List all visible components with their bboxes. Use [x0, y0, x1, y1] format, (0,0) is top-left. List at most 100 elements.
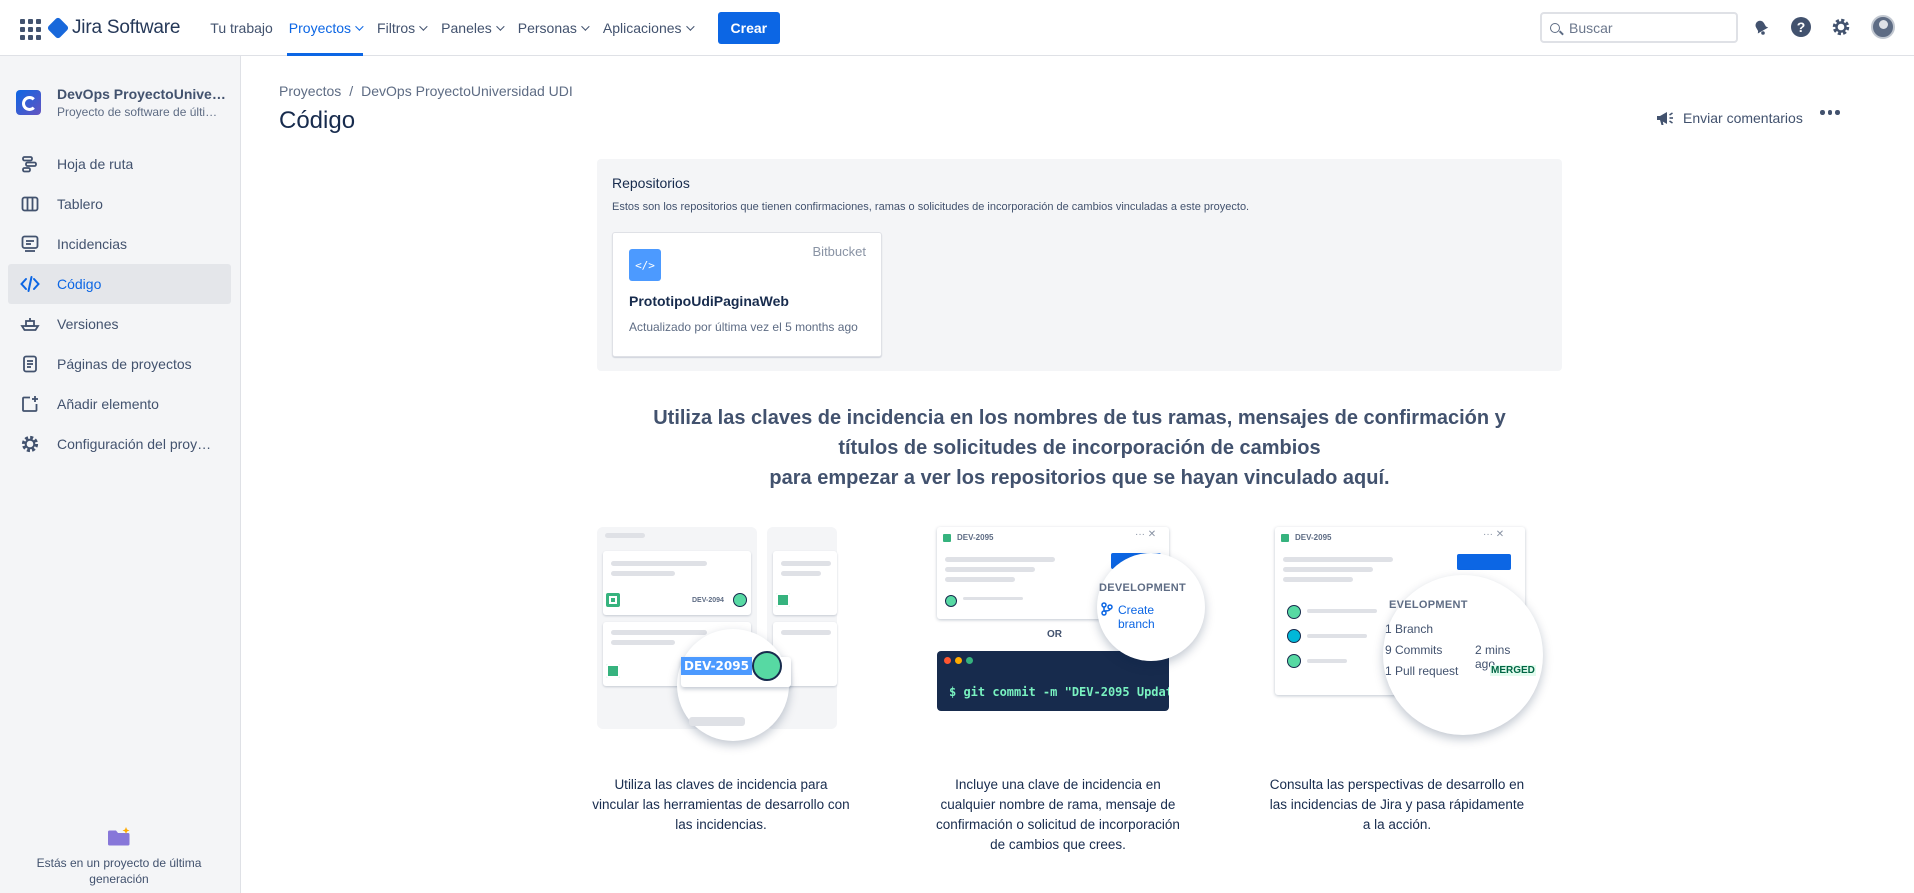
- repositories-description: Estos son los repositorios que tienen co…: [612, 201, 1250, 213]
- chevron-down-icon: [685, 21, 695, 31]
- commits-count: 9 Commits: [1385, 643, 1443, 657]
- jira-logo[interactable]: Jira Software: [46, 16, 181, 39]
- branch-icon: [1101, 602, 1113, 616]
- logo-text: Jira Software: [72, 16, 181, 38]
- repo-updated: Actualizado por última vez el 5 months a…: [629, 320, 858, 334]
- svg-text:?: ?: [1797, 19, 1806, 35]
- sidebar-item-issues[interactable]: Incidencias: [8, 224, 231, 264]
- megaphone-icon: [1657, 112, 1673, 125]
- sidebar-item-label: Añadir elemento: [57, 396, 159, 412]
- illustration-dev-insights: DEV-2095 ··· ✕ EVELOPMENT 1 Branch 9 Com…: [1275, 525, 1543, 745]
- primary-nav: Tu trabajo Proyectos Filtros Paneles Per…: [202, 0, 699, 56]
- feature-text-dev-insights: Consulta las perspectivas de desarrollo …: [1269, 777, 1525, 832]
- create-button[interactable]: Crear: [717, 11, 781, 44]
- project-header[interactable]: DevOps ProyectoUniversidad UDI Proyecto …: [16, 86, 227, 119]
- nav-label: Personas: [517, 19, 577, 36]
- project-avatar-icon: [16, 90, 41, 115]
- sidebar-item-label: Configuración del proyecto: [57, 436, 217, 452]
- project-sidebar: DevOps ProyectoUniversidad UDI Proyecto …: [0, 56, 241, 893]
- board-icon: [20, 194, 40, 214]
- nav-label: Tu trabajo: [210, 19, 273, 36]
- folder-sparkle-icon: [108, 827, 130, 846]
- issue-key-small: DEV-2094: [692, 597, 724, 604]
- sidebar-item-add-item[interactable]: Añadir elemento: [8, 384, 231, 424]
- sidebar-item-project-pages[interactable]: Páginas de proyectos: [8, 344, 231, 384]
- sidebar-item-project-settings[interactable]: Configuración del proyecto: [8, 424, 231, 464]
- repositories-title: Repositorios: [612, 175, 690, 191]
- illus-issue-key: DEV-2095: [957, 533, 994, 542]
- roadmap-icon: [20, 154, 40, 174]
- nav-filtros[interactable]: Filtros: [369, 0, 433, 56]
- development-label: EVELOPMENT: [1389, 599, 1468, 611]
- chevron-down-icon: [495, 21, 505, 31]
- sidebar-item-code[interactable]: Código: [8, 264, 231, 304]
- chevron-down-icon: [419, 21, 428, 31]
- issues-icon: [20, 234, 40, 254]
- repository-card[interactable]: </> Bitbucket PrototipoUdiPaginaWeb Actu…: [612, 232, 882, 357]
- code-repo-icon: </>: [629, 249, 661, 281]
- nav-aplicaciones[interactable]: Aplicaciones: [595, 0, 700, 56]
- sidebar-footer: Estás en un proyecto de última generació…: [20, 827, 218, 887]
- top-navigation: Jira Software Tu trabajo Proyectos Filtr…: [0, 0, 1914, 56]
- empty-state-headline: Utiliza las claves de incidencia en los …: [597, 403, 1562, 493]
- more-actions-icon[interactable]: [1820, 110, 1840, 115]
- footer-text: Estás en un proyecto de última generació…: [36, 856, 202, 886]
- repo-provider: Bitbucket: [812, 244, 866, 259]
- settings-gear-icon[interactable]: [1830, 16, 1852, 38]
- branch-count: 1 Branch: [1385, 622, 1434, 636]
- search-icon: [1550, 22, 1560, 33]
- page-title: Código: [279, 107, 356, 134]
- nav-proyectos[interactable]: Proyectos: [281, 0, 369, 56]
- sidebar-item-versions[interactable]: Versiones: [8, 304, 231, 344]
- illustration-issue-keys: DEV-2094 DEV-2095: [597, 525, 851, 745]
- search-input[interactable]: [1569, 19, 1719, 36]
- user-avatar[interactable]: [1871, 15, 1895, 39]
- repositories-panel: Repositorios Estos son los repositorios …: [597, 159, 1562, 371]
- search-box[interactable]: [1540, 12, 1738, 43]
- sidebar-item-roadmap[interactable]: Hoja de ruta: [8, 144, 231, 184]
- nav-label: Filtros: [377, 19, 416, 36]
- project-type: Proyecto de software de última generació…: [57, 105, 227, 119]
- code-icon: [20, 274, 40, 294]
- nav-paneles[interactable]: Paneles: [433, 0, 510, 56]
- breadcrumb-projects[interactable]: Proyectos: [279, 83, 341, 99]
- create-branch-link: Create branch: [1118, 603, 1155, 631]
- page-icon: [20, 354, 40, 374]
- feedback-button[interactable]: Enviar comentarios: [1655, 109, 1803, 127]
- project-name: DevOps ProyectoUniversidad UDI: [57, 86, 227, 102]
- sidebar-item-label: Páginas de proyectos: [57, 356, 192, 372]
- chevron-down-icon: [581, 21, 590, 31]
- git-command: $ git commit -m "DEV-2095 Updat: [949, 685, 1169, 699]
- feature-text-link-tools: Utiliza las claves de incidencia para vi…: [592, 777, 850, 832]
- breadcrumb: Proyectos / DevOps ProyectoUniversidad U…: [279, 83, 573, 99]
- issue-key-highlight: DEV-2095: [681, 657, 752, 675]
- development-label: DEVELOPMENT: [1099, 582, 1187, 594]
- ship-icon: [20, 314, 40, 334]
- breadcrumb-separator: /: [349, 83, 354, 99]
- notifications-icon[interactable]: [1750, 16, 1772, 38]
- feature-text-include-key: Incluye una clave de incidencia en cualq…: [936, 777, 1180, 852]
- headline-line-1: Utiliza las claves de incidencia en los …: [653, 407, 1506, 459]
- nav-label: Paneles: [441, 19, 492, 36]
- illus-issue-key: DEV-2095: [1295, 533, 1332, 542]
- chevron-down-icon: [355, 21, 364, 31]
- nav-label: Aplicaciones: [602, 19, 682, 36]
- feedback-label: Enviar comentarios: [1683, 110, 1803, 126]
- illustration-create-branch: DEV-2095 ··· ✕ OR $ git commit -m "DEV-2…: [937, 525, 1205, 745]
- gear-icon: [20, 434, 40, 454]
- sidebar-item-label: Versiones: [57, 316, 119, 332]
- app-switcher-icon[interactable]: [18, 17, 41, 40]
- merged-badge: MERGED: [1490, 665, 1536, 676]
- headline-line-2: para empezar a ver los repositorios que …: [769, 467, 1390, 489]
- sidebar-item-label: Código: [57, 276, 102, 292]
- nav-label: Proyectos: [288, 19, 352, 36]
- help-icon[interactable]: ?: [1790, 16, 1812, 38]
- sidebar-item-label: Tablero: [57, 196, 103, 212]
- sidebar-item-label: Incidencias: [57, 236, 128, 252]
- nav-tu-trabajo[interactable]: Tu trabajo: [202, 0, 281, 56]
- sidebar-item-board[interactable]: Tablero: [8, 184, 231, 224]
- or-label: OR: [1047, 629, 1062, 640]
- pull-request-count: 1 Pull request: [1385, 664, 1459, 678]
- nav-personas[interactable]: Personas: [510, 0, 595, 56]
- breadcrumb-project[interactable]: DevOps ProyectoUniversidad UDI: [361, 83, 573, 99]
